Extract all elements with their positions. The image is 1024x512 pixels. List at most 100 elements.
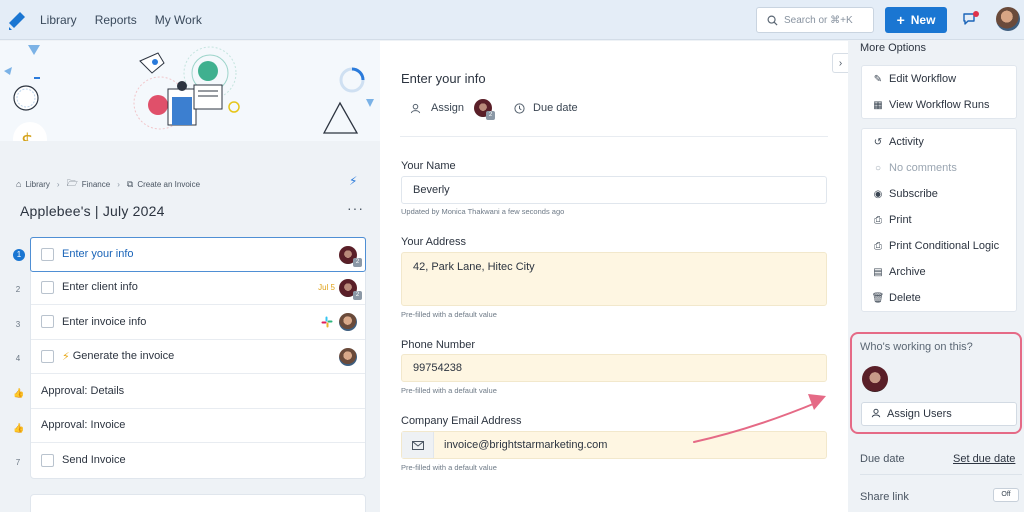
set-due-date-link[interactable]: Set due date (953, 453, 1015, 465)
steps-list: Enter your info 2 Enter client info Jul … (30, 237, 366, 479)
field-note: Updated by Monica Thakwani a few seconds… (401, 207, 565, 216)
collapse-panel-button[interactable]: › (832, 53, 848, 73)
user-icon (410, 103, 421, 113)
edit-workflow-button[interactable]: ✎ Edit Workflow (862, 66, 1016, 92)
clock-icon (514, 102, 525, 114)
step-approval-invoice[interactable]: Approval: Invoice (31, 409, 365, 443)
field-label-name: Your Name (401, 160, 456, 172)
nav-reports[interactable]: Reports (95, 13, 137, 27)
banner-illustration-icon: $ (4, 45, 374, 141)
options-card-actions: ↺ Activity ○ No comments ◉ Subscribe ⎙ Print… (861, 128, 1017, 312)
archive-button[interactable]: ▤ Archive (862, 259, 1016, 285)
assign-button[interactable]: Assign (431, 102, 464, 114)
step-number: 4 (15, 354, 21, 363)
new-button-label: New (910, 13, 936, 27)
nav-my-work[interactable]: My Work (155, 13, 202, 27)
annotation-arrow-icon (693, 394, 826, 443)
lightning-icon[interactable]: ⚡ (349, 174, 357, 188)
notification-dot (973, 11, 979, 17)
assignee-count-badge: 2 (486, 111, 496, 120)
nav-library[interactable]: Library (40, 13, 77, 27)
options-card-workflow: ✎ Edit Workflow ▦ View Workflow Runs (861, 65, 1017, 119)
name-input[interactable]: Beverly (401, 176, 827, 204)
assign-users-button[interactable]: Assign Users (861, 402, 1017, 426)
more-options-title: More Options (860, 42, 927, 54)
option-label: Archive (889, 266, 926, 278)
tasks-attached-card (30, 494, 366, 512)
assignee-count-badge: 2 (353, 258, 362, 267)
archive-icon: ▤ (873, 266, 883, 278)
due-date-button[interactable]: Due date (533, 102, 578, 114)
user-avatar[interactable] (996, 7, 1020, 31)
svg-text:$: $ (21, 129, 34, 141)
print-button[interactable]: ⎙ Print (862, 207, 1016, 233)
breadcrumb-create-invoice[interactable]: Create an Invoice (137, 180, 200, 189)
step-number: 2 (15, 285, 21, 294)
option-label: No comments (889, 162, 957, 174)
option-label: Print (889, 214, 912, 226)
step-number: 7 (15, 458, 21, 467)
option-label: Subscribe (889, 188, 938, 200)
search-input[interactable]: Search or ⌘+K (756, 7, 874, 33)
delete-button[interactable]: 🗑 Delete (862, 285, 1016, 311)
step-generate-the-invoice[interactable]: ⚡ Generate the invoice (31, 340, 365, 374)
breadcrumb-finance[interactable]: Finance (82, 180, 110, 189)
eye-icon: ◉ (873, 188, 883, 200)
step-checkbox[interactable] (41, 315, 54, 329)
breadcrumb: ⌂ Library › 🗁 Finance › ⧉ Create an Invo… (16, 176, 200, 192)
chevron-right-icon: › (838, 57, 843, 69)
step-checkbox[interactable] (41, 349, 54, 363)
copy-icon: ⧉ (126, 178, 134, 189)
app-logo-icon[interactable] (6, 9, 28, 31)
workflow-title: Applebee's | July 2024 (20, 203, 165, 219)
breadcrumb-library[interactable]: Library (25, 180, 49, 189)
assignee-avatar[interactable]: 2 (474, 99, 496, 120)
printer-icon: ⎙ (874, 240, 882, 252)
step-approval-details[interactable]: Approval: Details (31, 374, 365, 409)
working-user-avatar[interactable] (862, 366, 888, 392)
field-note: Pre-filled with a default value (401, 386, 497, 395)
view-workflow-runs-button[interactable]: ▦ View Workflow Runs (862, 92, 1016, 118)
step-label: Approval: Details (41, 384, 125, 397)
assignee-avatar (339, 313, 357, 331)
step-number: 3 (15, 320, 21, 329)
chevron-right-icon: › (56, 179, 60, 189)
email-value: invoice@brightstarmarketing.com (444, 439, 608, 451)
step-enter-your-info[interactable]: Enter your info 2 (30, 237, 366, 272)
due-date-badge: Jul 5 (318, 282, 335, 292)
step-enter-invoice-info[interactable]: Enter invoice info (31, 305, 365, 340)
history-icon: ↺ (873, 136, 883, 148)
step-checkbox[interactable] (41, 247, 54, 261)
option-label: View Workflow Runs (889, 99, 990, 111)
due-date-label: Due date (860, 453, 905, 465)
activity-button[interactable]: ↺ Activity (862, 129, 1016, 155)
folder-icon: 🗁 (66, 178, 78, 188)
phone-input[interactable]: 99754238 (401, 354, 827, 382)
step-enter-client-info[interactable]: Enter client info Jul 5 2 (31, 271, 365, 305)
share-link-toggle[interactable]: Off (993, 488, 1019, 502)
option-label: Activity (889, 136, 924, 148)
new-button[interactable]: + New (885, 7, 947, 33)
field-label-address: Your Address (401, 236, 467, 248)
step-checkbox[interactable] (41, 280, 54, 294)
divider (860, 474, 1022, 475)
home-icon: ⌂ (16, 179, 22, 189)
step-label: Send Invoice (62, 454, 126, 467)
step-label: Generate the invoice (72, 350, 175, 363)
step-send-invoice[interactable]: Send Invoice (31, 443, 365, 478)
print-conditional-logic-button[interactable]: ⎙ Print Conditional Logic (862, 233, 1016, 259)
search-placeholder: Search or ⌘+K (784, 14, 853, 26)
comments-button[interactable]: ○ No comments (862, 155, 1016, 181)
more-options-icon[interactable]: ··· (347, 200, 364, 216)
option-label: Print Conditional Logic (889, 240, 1000, 252)
name-value: Beverly (413, 184, 450, 196)
approval-thumb-icon: 👍 (13, 423, 25, 433)
subscribe-button[interactable]: ◉ Subscribe (862, 181, 1016, 207)
address-textarea[interactable]: 42, Park Lane, Hitec City (401, 252, 827, 306)
envelope-icon (402, 432, 434, 458)
assignee-avatar (339, 347, 357, 366)
printer-icon: ⎙ (874, 214, 882, 226)
step-checkbox[interactable] (41, 453, 54, 467)
field-label-email: Company Email Address (401, 415, 522, 427)
step-number-active: 1 (13, 249, 25, 261)
